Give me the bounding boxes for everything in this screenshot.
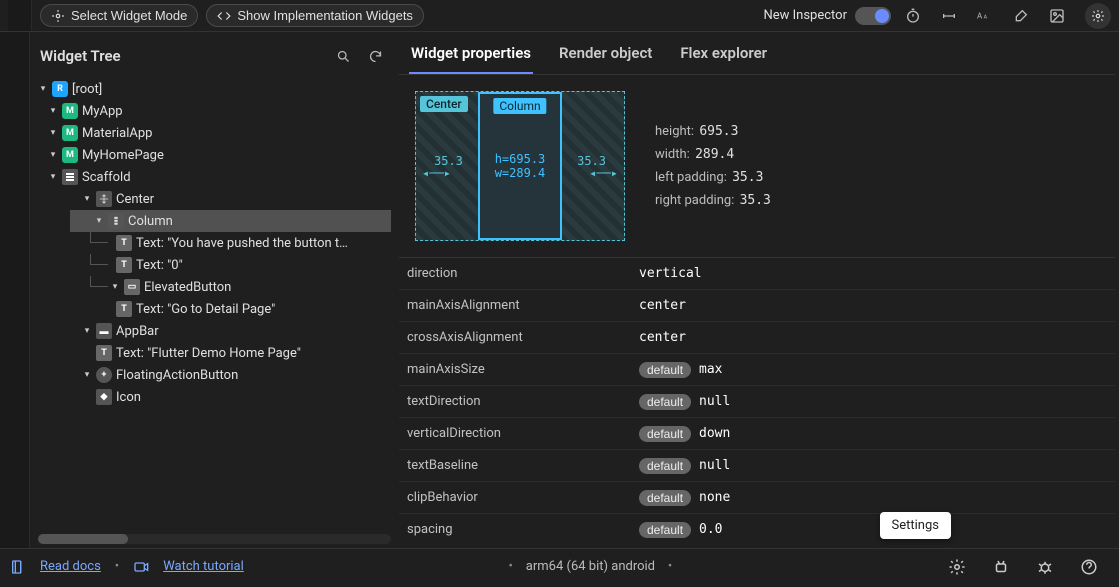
property-key: spacing [407,522,639,537]
ruler-icon[interactable] [935,2,963,30]
default-badge: default [639,490,691,506]
footer-help-icon[interactable] [1069,553,1109,581]
property-value: center [639,298,686,313]
footer-gear-icon[interactable] [937,553,977,581]
default-badge: default [639,426,691,442]
tree-node[interactable]: TText: "0" [100,254,391,276]
dimensions-list: height: 695.3 width: 289.4 left padding:… [655,124,771,208]
new-inspector-label: New Inspector [763,8,847,23]
tree-node[interactable]: ▾+FloatingActionButton [58,364,391,386]
brush-icon[interactable] [1007,2,1035,30]
tree-node[interactable]: TText: "You have pushed the button t… [100,232,391,254]
tree-node-selected[interactable]: ▾ Column [70,210,391,232]
new-inspector-toggle[interactable] [855,7,891,25]
property-key: mainAxisSize [407,362,639,377]
property-row: mainAxisSizedefaultmax [399,354,1115,386]
property-value: center [639,330,686,345]
video-icon [133,559,149,575]
tab-flex-explorer[interactable]: Flex explorer [678,40,769,74]
book-icon [10,559,26,575]
property-key: direction [407,266,639,281]
watch-tutorial-link[interactable]: Watch tutorial [163,559,244,574]
property-row: mainAxisAlignmentcenter [399,290,1115,322]
property-row: textBaselinedefaultnull [399,450,1115,482]
property-row: directionvertical [399,258,1115,290]
box-inner-label: Column [493,98,546,114]
default-badge: default [639,522,691,538]
footer-android-icon[interactable] [981,553,1021,581]
tree-node[interactable]: ▾ Center [58,188,391,210]
property-row: crossAxisAlignmentcenter [399,322,1115,354]
tree-node[interactable]: ▾▭ElevatedButton [100,276,391,298]
default-badge: default [639,458,691,474]
show-impl-widgets-label: Show Implementation Widgets [237,8,413,23]
widget-tree-title: Widget Tree [40,47,121,65]
separator-dot: • [115,559,119,574]
select-widget-mode-label: Select Widget Mode [71,8,187,23]
default-badge: default [639,394,691,410]
tree-node[interactable]: TText: "Go to Detail Page" [100,298,391,320]
property-row: verticalDirectiondefaultdown [399,418,1115,450]
box-outer-label: Center [420,96,468,112]
crosshair-icon [51,9,65,23]
property-value: defaultnull [639,458,730,474]
property-value: defaultmax [639,362,723,378]
settings-gear-icon[interactable] [1085,3,1111,29]
property-row: textDirectiondefaultnull [399,386,1115,418]
tree-node[interactable]: ◆Icon [58,386,391,408]
property-value: defaultnone [639,490,730,506]
tree-node[interactable]: ▾MMaterialApp [38,122,391,144]
property-row: spacingdefault0.0 [399,514,1115,544]
property-key: crossAxisAlignment [407,330,639,345]
tree-node[interactable]: ▾MMyHomePage [38,144,391,166]
search-icon[interactable] [329,42,357,70]
footer-bug-icon[interactable] [1025,553,1065,581]
property-value: defaultdown [639,426,730,442]
box-model-visualization: Center 35.3 ◂──▸ ◂──▸ 35.3 Column h=695.… [415,91,625,241]
property-key: textBaseline [407,458,639,473]
tab-widget-properties[interactable]: Widget properties [409,40,533,74]
refresh-icon[interactable] [361,42,389,70]
tree-node[interactable]: TText: "Flutter Demo Home Page" [58,342,391,364]
tree-body: ▾R[root] ▾MMyApp ▾MMaterialApp ▾MMyHomeP… [38,78,391,530]
property-key: clipBehavior [407,490,639,505]
property-key: mainAxisAlignment [407,298,639,313]
tree-hscrollbar[interactable] [38,534,391,544]
show-impl-widgets-button[interactable]: Show Implementation Widgets [206,4,424,27]
settings-tooltip: Settings [880,512,951,539]
code-icon [217,9,231,23]
stopwatch-icon[interactable] [899,2,927,30]
svg-text:A: A [984,14,988,20]
tree-node[interactable]: ▾▬AppBar [58,320,391,342]
read-docs-link[interactable]: Read docs [40,559,101,574]
tree-node[interactable]: ▾MMyApp [38,100,391,122]
property-value: defaultnull [639,394,730,410]
property-row: clipBehaviordefaultnone [399,482,1115,514]
tree-node[interactable]: ▾R[root] [38,78,391,100]
target-platform-label: • arm64 (64 bit) android • [258,559,923,574]
text-size-icon[interactable]: AA [971,2,999,30]
svg-text:A: A [977,11,983,20]
property-key: verticalDirection [407,426,639,441]
tree-node[interactable]: ▾ Scaffold [38,166,391,188]
property-key: textDirection [407,394,639,409]
select-widget-mode-button[interactable]: Select Widget Mode [40,4,198,27]
property-value: default0.0 [639,522,723,538]
tab-render-object[interactable]: Render object [557,40,654,74]
properties-table: directionverticalmainAxisAlignmentcenter… [399,257,1115,544]
property-value: vertical [639,266,702,281]
default-badge: default [639,362,691,378]
image-icon[interactable] [1043,2,1071,30]
